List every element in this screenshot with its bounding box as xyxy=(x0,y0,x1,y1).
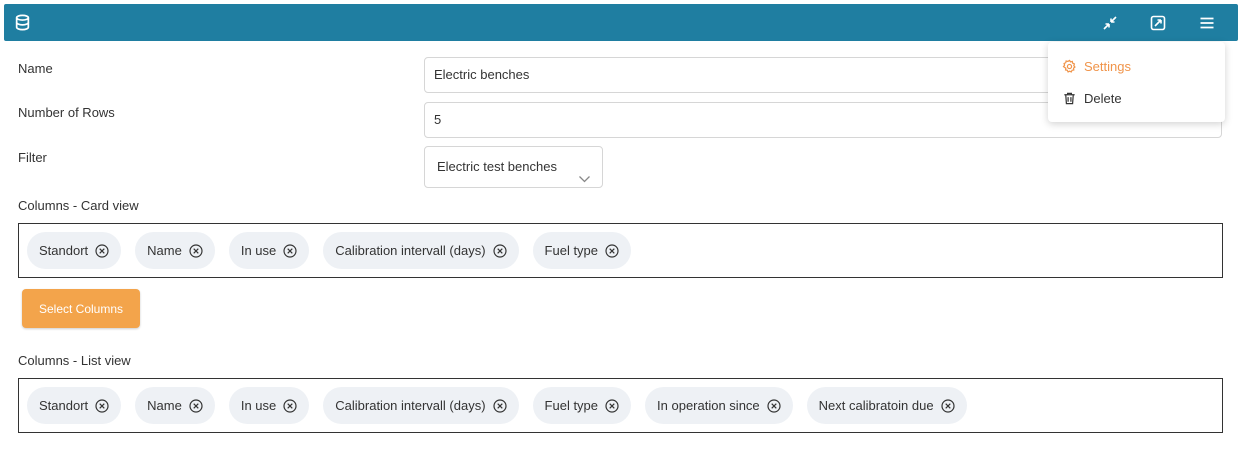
card-column-chip: Standort xyxy=(27,232,122,269)
expand-icon[interactable] xyxy=(1148,13,1168,33)
circle-x-icon[interactable] xyxy=(605,243,619,258)
card-column-chip: In use xyxy=(228,232,310,269)
trash-icon xyxy=(1064,92,1075,104)
card-column-chip-label: Name xyxy=(147,243,182,258)
card-view-chip-list: Standort Name In use Calibration intervall … xyxy=(27,232,632,269)
circle-x-icon[interactable] xyxy=(492,398,507,413)
circle-x-icon[interactable] xyxy=(95,398,109,413)
list-column-chip-label: Fuel type xyxy=(544,398,599,413)
card-view-columns-box[interactable]: Standort Name In use Calibration intervall … xyxy=(18,223,1223,278)
card-column-chip: Fuel type xyxy=(532,232,632,269)
card-column-chip-label: In use xyxy=(240,243,277,258)
select-columns-button[interactable]: Select Columns xyxy=(22,289,140,328)
filter-select[interactable]: Electric test benches xyxy=(424,146,603,188)
name-label: Name xyxy=(18,61,53,76)
card-view-label: Columns - Card view xyxy=(18,198,139,213)
list-view-chip-list: Standort Name In use Calibration intervall … xyxy=(27,387,967,424)
list-column-chip: Calibration intervall (days) xyxy=(323,387,519,424)
list-column-chip-label: Name xyxy=(147,398,182,413)
circle-x-icon[interactable] xyxy=(283,243,297,258)
circle-x-icon[interactable] xyxy=(492,243,507,258)
list-column-chip: Name xyxy=(135,387,215,424)
filter-select-value: Electric test benches xyxy=(437,159,557,174)
circle-x-icon[interactable] xyxy=(189,398,203,413)
list-column-chip-label: Standort xyxy=(39,398,89,413)
list-column-chip: Standort xyxy=(27,387,122,424)
circle-x-icon[interactable] xyxy=(767,398,781,413)
rows-label: Number of Rows xyxy=(18,105,115,120)
list-column-chip-label: In operation since xyxy=(657,398,760,413)
card-column-chip-label: Calibration intervall (days) xyxy=(335,243,486,258)
gear-icon xyxy=(1062,59,1076,73)
database-icon xyxy=(14,14,31,31)
list-column-chip-label: Calibration intervall (days) xyxy=(335,398,486,413)
list-view-columns-box[interactable]: Standort Name In use Calibration intervall … xyxy=(18,378,1223,433)
circle-x-icon[interactable] xyxy=(189,243,203,258)
list-column-chip: In use xyxy=(228,387,310,424)
list-column-chip: Next calibratoin due xyxy=(806,387,967,424)
menu-item-settings[interactable]: Settings xyxy=(1062,56,1131,76)
menu-item-delete[interactable]: Delete xyxy=(1062,88,1122,108)
chevron-down-icon xyxy=(578,161,591,183)
list-column-chip-label: In use xyxy=(240,398,277,413)
card-column-chip: Calibration intervall (days) xyxy=(323,232,519,269)
widget-header xyxy=(4,4,1238,41)
menu-item-settings-label: Settings xyxy=(1084,58,1131,74)
card-column-chip-label: Fuel type xyxy=(544,243,599,258)
card-column-chip: Name xyxy=(135,232,215,269)
menu-icon[interactable] xyxy=(1197,13,1217,33)
circle-x-icon[interactable] xyxy=(283,398,297,413)
circle-x-icon[interactable] xyxy=(95,243,109,258)
list-view-label: Columns - List view xyxy=(18,353,131,368)
menu-item-delete-label: Delete xyxy=(1084,90,1122,106)
collapse-icon[interactable] xyxy=(1100,13,1120,33)
filter-label: Filter xyxy=(18,150,47,165)
circle-x-icon[interactable] xyxy=(940,398,955,413)
list-column-chip: Fuel type xyxy=(532,387,632,424)
list-column-chip: In operation since xyxy=(645,387,793,424)
card-column-chip-label: Standort xyxy=(39,243,89,258)
list-column-chip-label: Next calibratoin due xyxy=(818,398,934,413)
widget-menu xyxy=(1048,42,1225,122)
circle-x-icon[interactable] xyxy=(605,398,619,413)
